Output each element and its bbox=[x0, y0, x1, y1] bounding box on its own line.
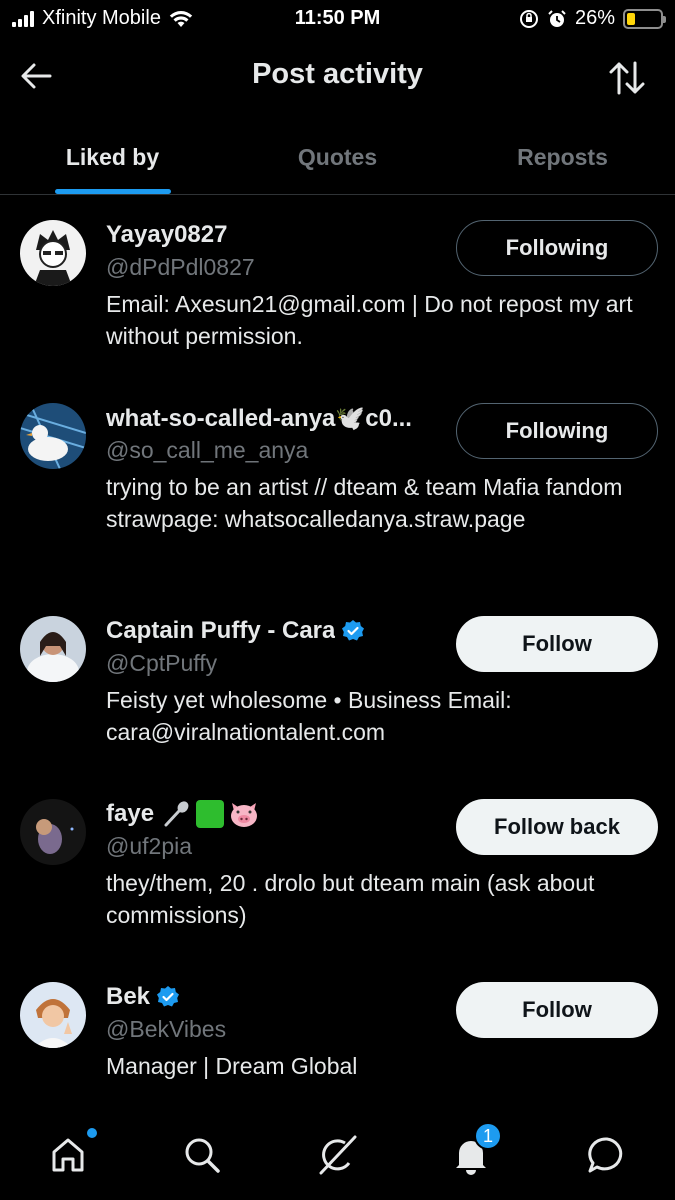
following-button[interactable]: Following bbox=[456, 403, 658, 459]
alarm-icon bbox=[548, 9, 566, 27]
user-name-row: what-so-called-anya🕊️c0... bbox=[106, 403, 456, 433]
avatar[interactable] bbox=[20, 403, 86, 469]
page-title: Post activity bbox=[252, 58, 423, 90]
nav-home[interactable] bbox=[43, 1128, 97, 1180]
user-name-row: Yayay0827 bbox=[106, 220, 456, 250]
follow-button[interactable]: Follow bbox=[456, 616, 658, 672]
user-bio: they/them, 20 . drolo but dteam main (as… bbox=[106, 870, 595, 928]
user-bio: Feisty yet wholesome • Business Email: c… bbox=[106, 687, 512, 745]
header: Post activity bbox=[0, 38, 675, 114]
green-square-emoji-icon bbox=[196, 800, 225, 828]
grok-icon bbox=[319, 1135, 357, 1175]
battery-fill bbox=[627, 12, 636, 25]
user-name-row: Bek bbox=[106, 982, 456, 1012]
follow-button[interactable]: Follow bbox=[456, 982, 658, 1038]
nav-messages[interactable] bbox=[582, 1130, 632, 1180]
sort-arrows-icon bbox=[609, 61, 645, 95]
sort-button[interactable] bbox=[607, 58, 647, 98]
orientation-lock-icon bbox=[519, 9, 538, 28]
tab-quotes[interactable]: Quotes bbox=[225, 130, 450, 194]
user-name[interactable]: Yayay0827 bbox=[106, 221, 227, 249]
tab-bar: Liked by Quotes Reposts bbox=[0, 130, 675, 195]
notification-count-badge: 1 bbox=[474, 1122, 502, 1150]
battery-icon bbox=[623, 8, 666, 29]
tab-liked-by[interactable]: Liked by bbox=[0, 130, 225, 194]
battery-percent: 26% bbox=[574, 7, 615, 29]
home-icon bbox=[52, 1138, 84, 1172]
messages-icon bbox=[588, 1137, 623, 1173]
avatar[interactable] bbox=[20, 220, 86, 286]
search-icon bbox=[185, 1138, 220, 1173]
nav-search[interactable] bbox=[177, 1130, 227, 1180]
user-name[interactable]: Captain Puffy - Cara bbox=[106, 617, 335, 645]
avatar[interactable] bbox=[20, 616, 86, 682]
user-bio: trying to be an artist // dteam & team M… bbox=[106, 474, 623, 532]
nav-notifications[interactable]: 1 bbox=[446, 1122, 502, 1180]
avatar[interactable] bbox=[20, 982, 86, 1048]
tab-reposts[interactable]: Reposts bbox=[450, 130, 675, 194]
user-bio: Email: Axesun21@gmail.com | Do not repos… bbox=[106, 291, 633, 349]
status-bar: Xfinity Mobile 11:50 PM 26% bbox=[0, 0, 675, 38]
follow-back-button[interactable]: Follow back bbox=[456, 799, 658, 855]
nav-grok[interactable] bbox=[312, 1130, 362, 1180]
following-button[interactable]: Following bbox=[456, 220, 658, 276]
active-tab-indicator bbox=[54, 189, 171, 194]
user-name[interactable]: Bek bbox=[106, 983, 150, 1011]
user-name-row: Captain Puffy - Cara bbox=[106, 616, 456, 646]
avatar[interactable] bbox=[20, 799, 86, 865]
verified-badge-icon bbox=[156, 985, 180, 1009]
user-name[interactable]: what-so-called-anya🕊️c0... bbox=[106, 404, 412, 433]
user-name-row: faye bbox=[106, 799, 456, 829]
tab-label: Quotes bbox=[297, 144, 378, 170]
spoon-emoji-icon bbox=[164, 801, 189, 827]
status-right: 26% bbox=[519, 7, 666, 30]
tab-label: Reposts bbox=[517, 144, 608, 170]
bottom-nav: 1 bbox=[0, 1100, 675, 1200]
user-name[interactable]: faye bbox=[106, 800, 154, 828]
home-notification-dot bbox=[87, 1128, 97, 1138]
user-bio: Manager | Dream Global bbox=[106, 1053, 358, 1079]
pig-face-emoji-icon bbox=[231, 803, 258, 827]
verified-badge-icon bbox=[341, 619, 365, 643]
tab-label: Liked by bbox=[65, 144, 160, 170]
